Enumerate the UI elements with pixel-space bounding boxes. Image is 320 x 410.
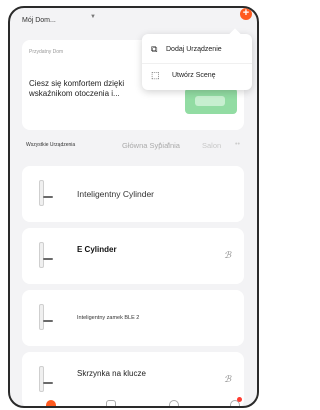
device-card[interactable]: Inteligentny Cylinder (22, 166, 244, 222)
device-card[interactable]: E Cylinder ℬ (22, 228, 244, 284)
device-name: Inteligentny Cylinder (77, 189, 155, 199)
device-add-icon: ⧉ (151, 44, 158, 54)
device-name: E Cylinder (77, 245, 117, 254)
bottom-nav (10, 396, 257, 406)
top-bar: Mój Dom... ▼ + (10, 8, 257, 34)
scene-create-icon: ⬚ (151, 70, 160, 80)
chevron-down-icon[interactable]: ▼ (90, 14, 96, 20)
menu-item-add-device[interactable]: ⧉ Dodaj Urządzenie (142, 38, 252, 62)
tab-living-room[interactable]: Salon (202, 141, 221, 150)
door-lock-icon (39, 304, 63, 330)
scene-icon[interactable] (106, 400, 116, 406)
more-tabs-button[interactable]: •• (235, 141, 240, 148)
door-lock-icon (39, 366, 63, 392)
device-name: Skrzynka na klucze (77, 369, 146, 378)
smart-icon[interactable] (169, 400, 179, 406)
notification-badge (237, 397, 242, 402)
tab-master-bedroom[interactable]: Główna Sypialnia (122, 141, 180, 150)
suggestion-illustration (185, 88, 237, 114)
room-tabs: Wszystkie Urządzenia Główna Sypialnia Sa… (26, 141, 252, 155)
bluetooth-off-icon: ℬ (224, 374, 232, 384)
menu-item-create-scene[interactable]: ⬚ Utwórz Scenę (142, 63, 252, 88)
add-popup-menu: ⧉ Dodaj Urządzenie ⬚ Utwórz Scenę (142, 34, 252, 90)
menu-item-label: Utwórz Scenę (172, 72, 216, 79)
tab-all-devices[interactable]: Wszystkie Urządzenia (26, 142, 75, 148)
home-selector[interactable]: Mój Dom... (22, 17, 56, 24)
door-lock-icon (39, 242, 63, 268)
bluetooth-off-icon: ℬ (224, 250, 232, 260)
suggestion-text: Ciesz się komfortem dzięki wskaźnikom ot… (29, 79, 125, 98)
menu-item-label: Dodaj Urządzenie (166, 46, 222, 53)
device-card[interactable]: Inteligentny zamek BLE 2 (22, 290, 244, 346)
add-button[interactable]: + (240, 8, 252, 20)
phone-screen: Mój Dom... ▼ + Przydatny Dom Ciesz się k… (8, 6, 259, 408)
home-icon[interactable] (46, 400, 56, 406)
door-lock-icon (39, 180, 63, 206)
suggestion-label: Przydatny Dom (29, 49, 64, 55)
device-name: Inteligentny zamek BLE 2 (77, 315, 140, 321)
